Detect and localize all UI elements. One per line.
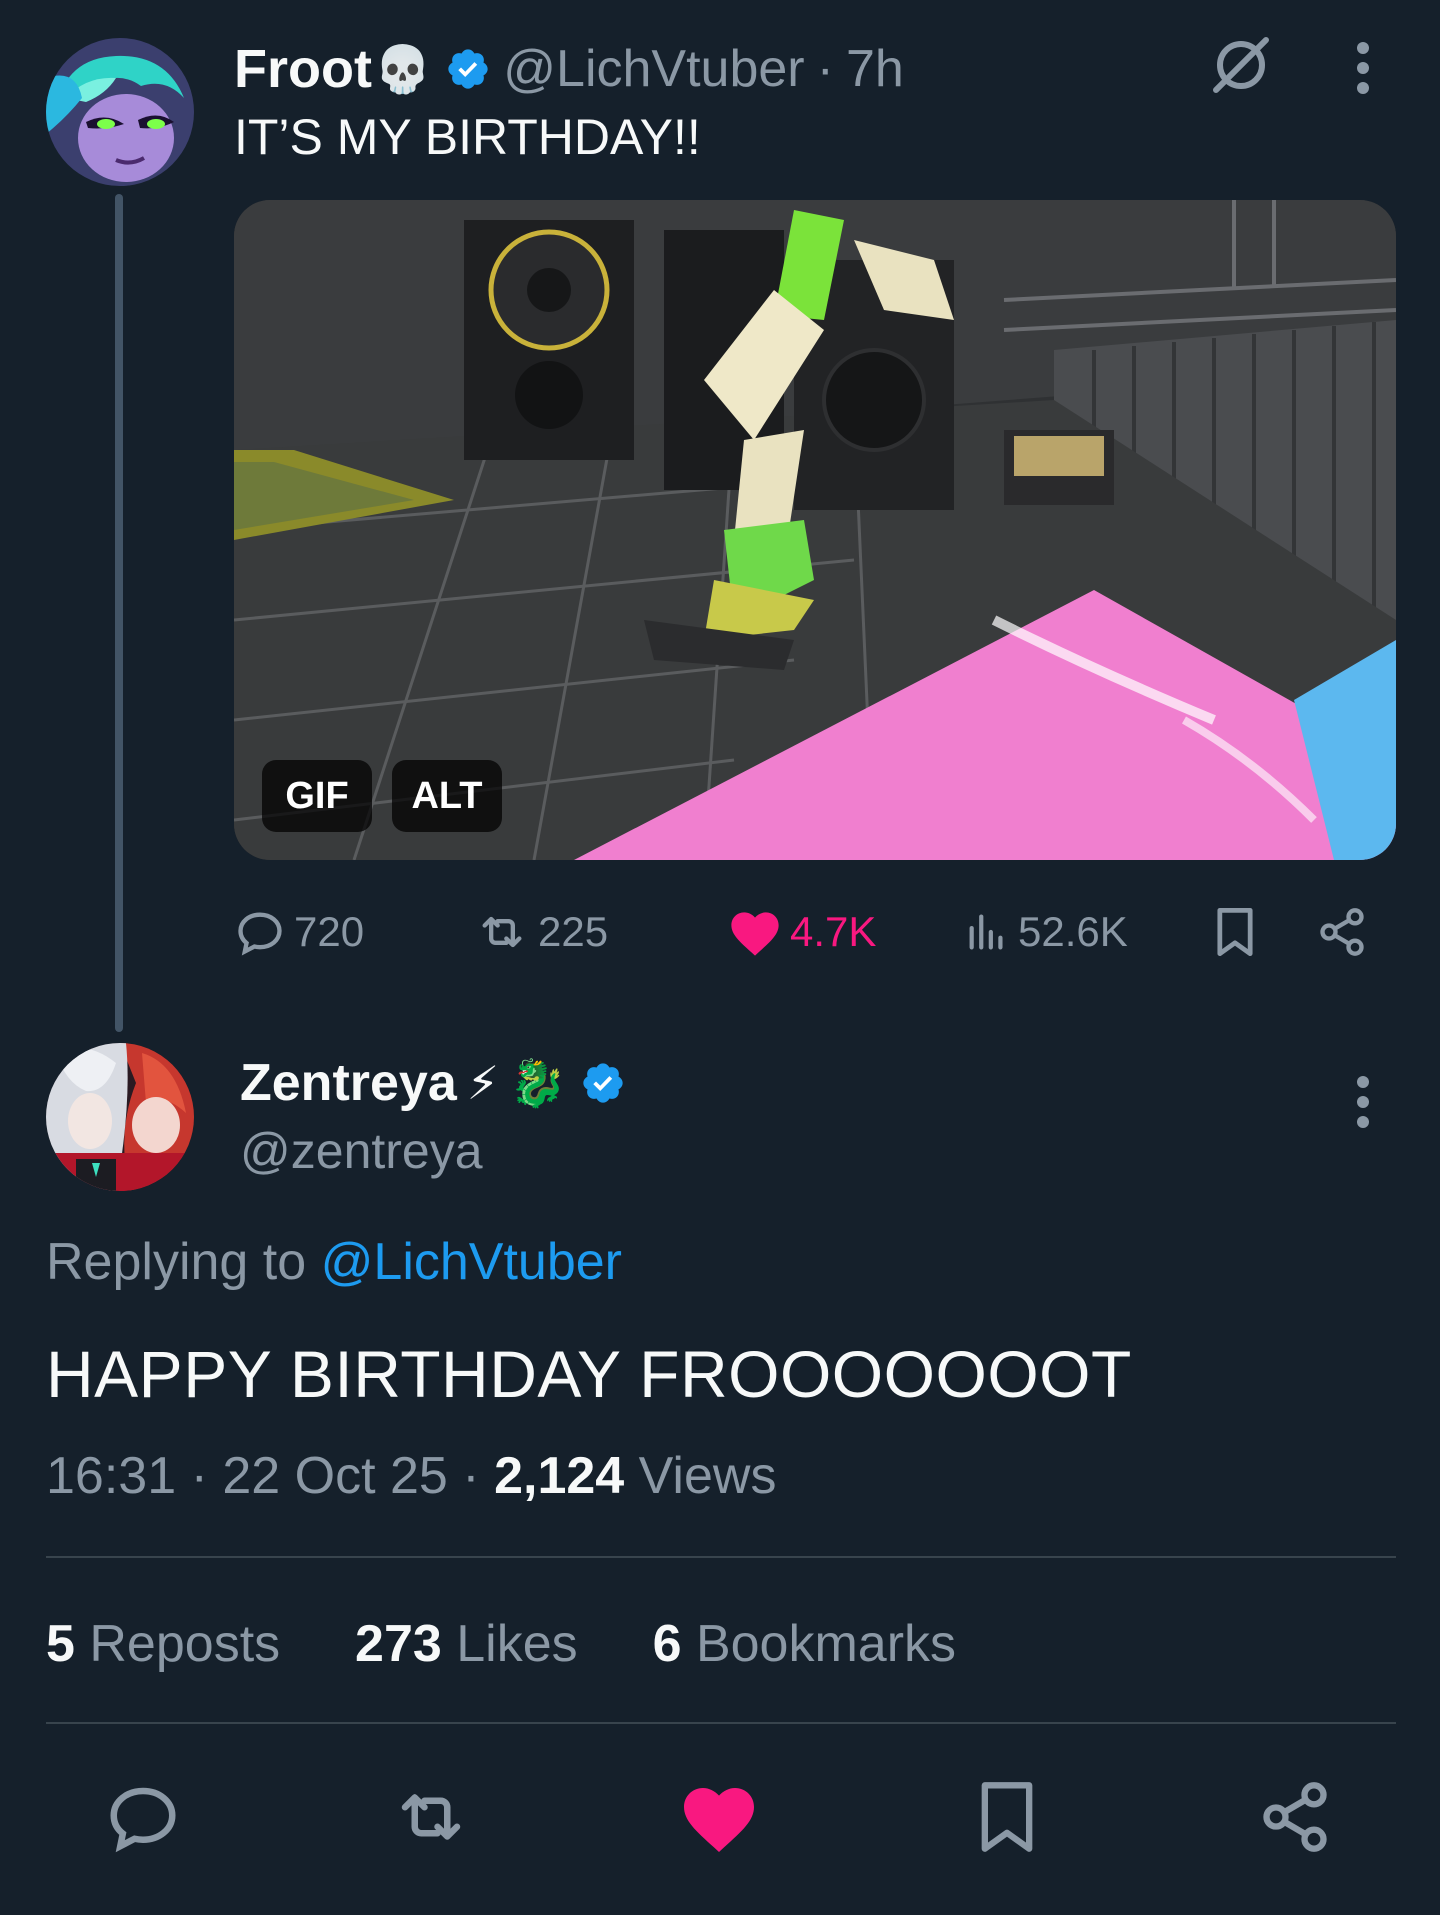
replying-prefix: Replying to [46, 1233, 307, 1291]
more-vertical-icon[interactable] [1352, 38, 1374, 98]
repost-button[interactable]: 225 [474, 900, 608, 964]
share-button[interactable] [1250, 1772, 1340, 1862]
heart-icon [679, 1780, 759, 1854]
divider [46, 1722, 1396, 1724]
verified-badge-icon [445, 46, 491, 92]
meta-separator: · [462, 1447, 480, 1505]
likes-count: 273 [355, 1615, 442, 1673]
avatar-zentreya-image [46, 1043, 194, 1191]
repost-button[interactable] [386, 1772, 476, 1862]
display-name[interactable]: Zentreya [240, 1053, 457, 1113]
views-count: 52.6K [1018, 908, 1128, 955]
timestamp[interactable]: 7h [846, 39, 904, 99]
repost-icon [389, 1778, 473, 1856]
reply-icon [104, 1778, 182, 1856]
avatar-froot[interactable] [46, 38, 194, 186]
reposts-stat[interactable]: 5 Reposts [46, 1615, 295, 1673]
replying-to: Replying to @LichVtuber [46, 1232, 622, 1292]
likes-stat[interactable]: 273 Likes [341, 1615, 593, 1673]
meta-separator: · [190, 1447, 208, 1505]
replying-handle-link[interactable]: @LichVtuber [321, 1233, 622, 1291]
reply-tweet-actions [0, 1772, 1440, 1862]
handle[interactable]: @zentreya [240, 1122, 483, 1180]
display-name[interactable]: Froot [234, 38, 372, 100]
bookmarks-stat[interactable]: 6 Bookmarks [638, 1615, 956, 1673]
parent-tweet-actions: 720 225 4.7K 52.6K [234, 900, 1396, 964]
engagement-stats: 5 Reposts 273 Likes 6 Bookmarks [46, 1614, 956, 1674]
dragon-emoji: 🐉 [509, 1056, 567, 1109]
bookmark-button[interactable] [1212, 900, 1266, 964]
share-icon [1257, 1779, 1333, 1855]
reply-icon [234, 906, 294, 958]
reply-tweet-text: HAPPY BIRTHDAY FROOOOOOOT [46, 1337, 1132, 1411]
more-vertical-icon[interactable] [1352, 1072, 1374, 1132]
skull-emoji: 💀 [373, 42, 432, 95]
lightning-emoji: ⚡ [466, 1057, 500, 1109]
avatar-froot-image [46, 38, 194, 186]
divider [46, 1556, 1396, 1558]
bookmarks-count: 6 [652, 1615, 682, 1673]
grok-icon[interactable] [1208, 32, 1274, 98]
bookmark-button[interactable] [962, 1772, 1052, 1862]
separator: · [816, 40, 834, 98]
likes-label: Likes [456, 1615, 578, 1673]
views-icon [964, 909, 1018, 955]
like-count: 4.7K [790, 908, 877, 955]
parent-tweet-text: IT’S MY BIRTHDAY!! [234, 109, 701, 165]
views-button[interactable]: 52.6K [964, 900, 1128, 964]
gif-media[interactable]: GIF ALT [234, 200, 1396, 860]
like-button[interactable] [674, 1772, 764, 1862]
bookmark-icon [975, 1779, 1039, 1855]
gif-badge: GIF [262, 760, 372, 832]
views-count: 2,124 [494, 1447, 625, 1505]
avatar-zentreya[interactable] [46, 1043, 194, 1191]
reposts-label: Reposts [89, 1615, 281, 1673]
bookmarks-label: Bookmarks [695, 1615, 957, 1673]
reply-tweet-header: Zentreya ⚡ 🐉 [240, 1050, 626, 1116]
share-icon [1316, 906, 1376, 958]
share-button[interactable] [1316, 900, 1376, 964]
reposts-count: 5 [46, 1615, 75, 1673]
handle[interactable]: @LichVtuber [503, 39, 804, 99]
views-label: Views [638, 1447, 777, 1505]
alt-badge[interactable]: ALT [392, 760, 502, 832]
tweet-time[interactable]: 16:31 [46, 1447, 176, 1505]
reply-button[interactable]: 720 [234, 900, 364, 964]
like-button[interactable]: 4.7K [728, 900, 876, 964]
parent-tweet-header: Froot 💀 @LichVtuber · 7h [234, 34, 904, 104]
reply-button[interactable] [98, 1772, 188, 1862]
reply-count: 720 [294, 908, 365, 955]
repost-icon [474, 906, 538, 958]
tweet-date[interactable]: 22 Oct 25 [222, 1447, 447, 1505]
bookmark-icon [1212, 906, 1266, 958]
verified-badge-icon [580, 1060, 626, 1106]
thread-connector-line [115, 194, 123, 1032]
heart-icon [728, 907, 790, 957]
tweet-meta: 16:31 · 22 Oct 25 · 2,124 Views [46, 1446, 776, 1506]
repost-count: 225 [538, 908, 609, 955]
